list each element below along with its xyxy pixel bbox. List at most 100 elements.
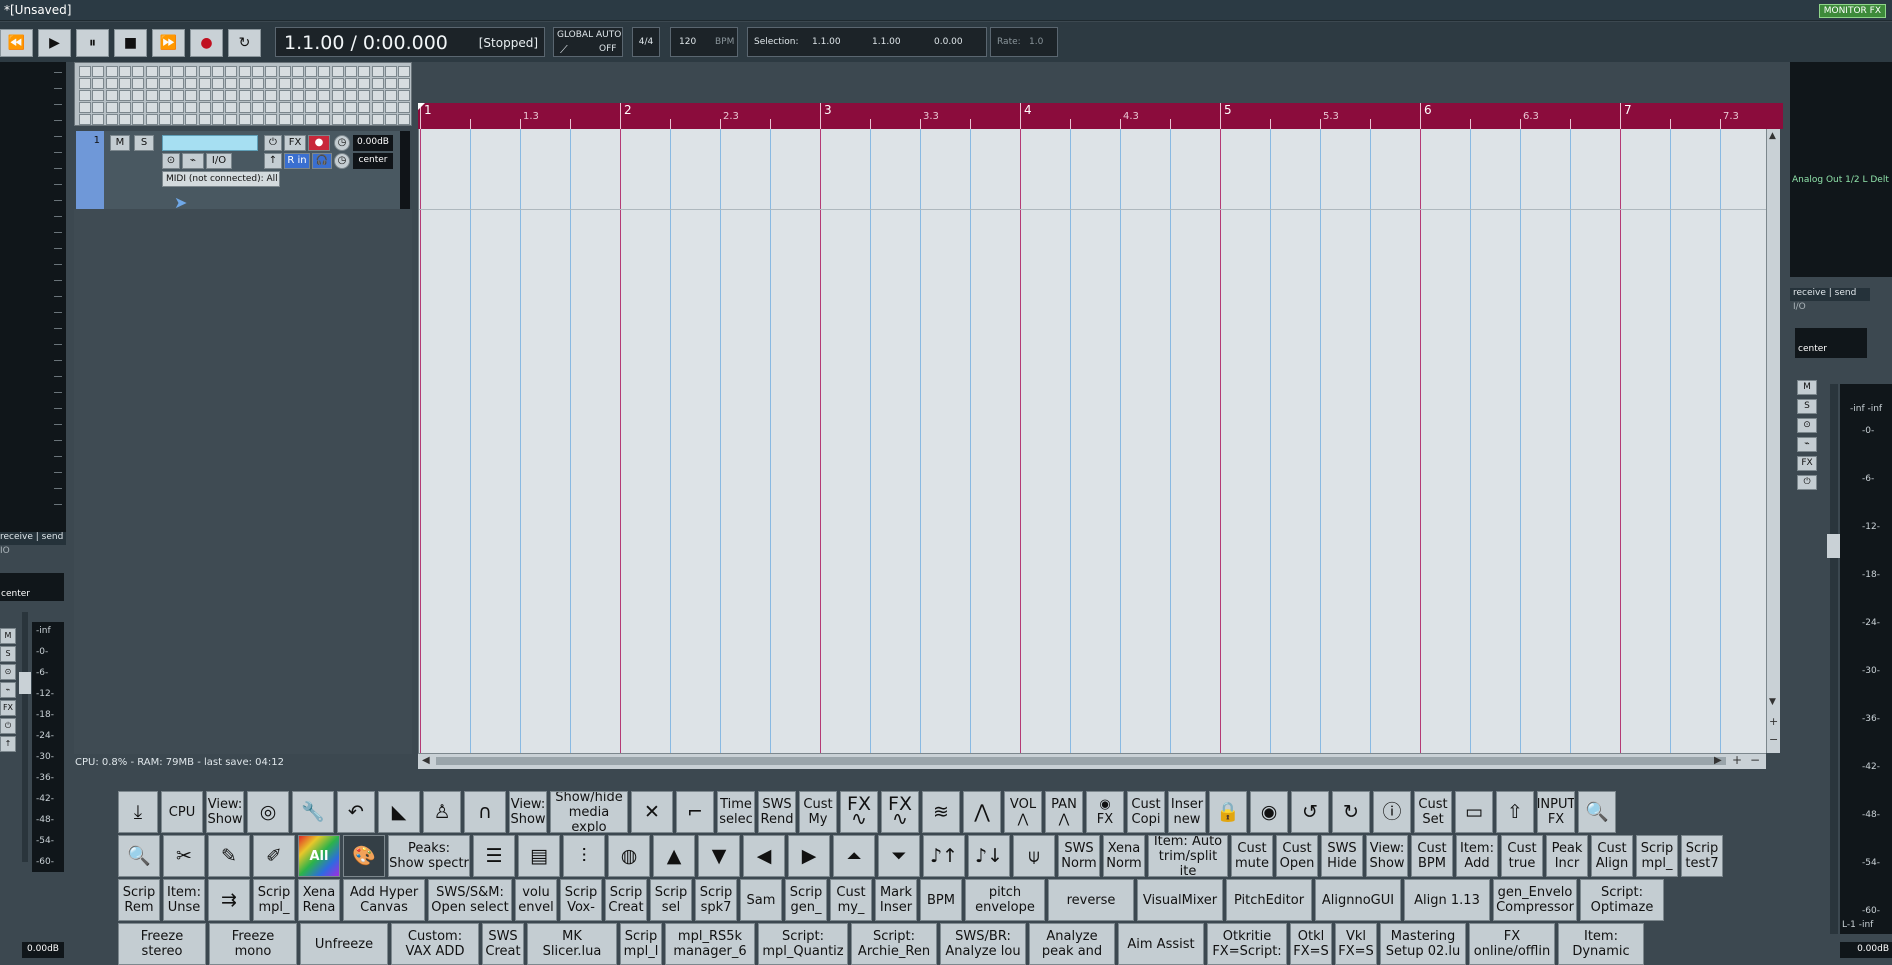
toolbar-mini-button[interactable]: [345, 78, 357, 89]
master-strip-button[interactable]: M: [1797, 380, 1817, 395]
toolbar-mini-button[interactable]: [92, 102, 105, 113]
xena-norm-button[interactable]: Xena Norm: [1103, 835, 1145, 877]
route-up-icon[interactable]: ↑: [264, 153, 282, 169]
left-receive-send[interactable]: receive | send: [0, 532, 66, 545]
pencil-icon[interactable]: ✎: [208, 835, 250, 877]
toolbar-mini-button[interactable]: [92, 90, 105, 101]
track-header[interactable]: 1 M S ⏻ FX ● ◷ 0.00dB ⊙ ⌁ I/O ↑ R in 🎧 ◷…: [76, 131, 410, 212]
otkl-button[interactable]: Otkl FX=S: [1290, 923, 1332, 965]
master-strip-button[interactable]: ⌁: [1797, 437, 1817, 452]
record-arm-button[interactable]: ●: [308, 135, 330, 151]
master-pan-box[interactable]: center: [1795, 328, 1867, 358]
stop-button[interactable]: ■: [114, 29, 147, 57]
toolbar-mini-button[interactable]: [212, 102, 224, 113]
time-signature[interactable]: 4/4: [632, 27, 660, 57]
toolbar-mini-button[interactable]: [331, 102, 344, 113]
toolbar-mini-button[interactable]: [331, 66, 344, 77]
toolbar-mini-button[interactable]: [225, 66, 238, 77]
zoom-out-vertical-icon[interactable]: −: [1769, 733, 1778, 746]
palette-icon[interactable]: 🎨: [343, 835, 385, 877]
scroll-right-icon[interactable]: ▶: [1714, 755, 1722, 766]
zoom-cursor-icon[interactable]: ◣: [378, 791, 420, 833]
scrip-mpl-3-button[interactable]: Scrip mpl_l: [620, 923, 662, 965]
sws-rend-button[interactable]: SWS Rend: [758, 791, 796, 833]
toolbar-mini-button[interactable]: [225, 78, 238, 89]
monitor-fx-button[interactable]: MONITOR FX: [1818, 4, 1886, 18]
zoom-in-vertical-icon[interactable]: +: [1769, 715, 1778, 728]
scrip-gen-button[interactable]: Scrip gen_: [785, 879, 827, 921]
cust-set-button[interactable]: Cust Set: [1414, 791, 1452, 833]
pause-button[interactable]: ⏸: [76, 29, 109, 57]
cust-align-button[interactable]: Cust Align: [1591, 835, 1633, 877]
metronome-icon[interactable]: ♙: [423, 791, 461, 833]
fx-button[interactable]: FX: [284, 135, 306, 151]
toolbar-mini-button[interactable]: [172, 114, 185, 125]
toolbar-mini-button[interactable]: [278, 78, 291, 89]
toolbar-mini-button[interactable]: [398, 90, 411, 101]
toolbar-mini-button[interactable]: [158, 102, 171, 113]
toolbar-mini-button[interactable]: [291, 90, 304, 101]
left-volume-box[interactable]: 0.00dB: [22, 942, 64, 958]
track-name-field[interactable]: [162, 135, 258, 151]
toolbar-mini-button[interactable]: [291, 78, 304, 89]
vkl-button[interactable]: Vkl FX=S: [1335, 923, 1377, 965]
mark-inser-button[interactable]: Mark Inser: [875, 879, 917, 921]
lock-icon[interactable]: 🔒: [1209, 791, 1247, 833]
scrip-mpl-2-button[interactable]: Scrip mpl_: [253, 879, 295, 921]
toolbar-mini-button[interactable]: [212, 114, 224, 125]
toolbar-mini-button[interactable]: [398, 114, 411, 125]
visualmixer-button[interactable]: VisualMixer: [1137, 879, 1223, 921]
script-mpl-quantiz-button[interactable]: Script: mpl_Quantiz: [758, 923, 848, 965]
item-dynamic-button[interactable]: Item: Dynamic: [1558, 923, 1644, 965]
track-volume[interactable]: 0.00dB: [353, 135, 393, 151]
toolbar-mini-button[interactable]: [291, 114, 304, 125]
loop-2-icon[interactable]: ↻: [1332, 791, 1370, 833]
toolbar-mini-button[interactable]: [198, 102, 211, 113]
left-pan-box[interactable]: center: [0, 573, 64, 601]
item-unse-button[interactable]: Item: Unse: [163, 879, 205, 921]
right-icon[interactable]: ▶: [788, 835, 830, 877]
toolbar-mini-button[interactable]: [318, 90, 331, 101]
toolbar-mini-button[interactable]: [158, 66, 171, 77]
toolbar-mini-button[interactable]: [212, 90, 224, 101]
scrip-mpl-button[interactable]: Scrip mpl_: [1636, 835, 1678, 877]
left-icon[interactable]: ◀: [743, 835, 785, 877]
record-input-button[interactable]: R in: [284, 153, 310, 169]
toolbar-mini-button[interactable]: [358, 102, 371, 113]
crossfade-icon[interactable]: ✕: [631, 791, 673, 833]
toolbar-mini-button[interactable]: [118, 66, 131, 77]
toolbar-mini-button[interactable]: [105, 66, 118, 77]
scrip-spk7-button[interactable]: Scrip spk7: [695, 879, 737, 921]
track-panel-empty[interactable]: [74, 209, 412, 754]
horizontal-scrollbar[interactable]: ◀ ▶ + −: [418, 753, 1766, 769]
master-strip-button[interactable]: ⊙: [1797, 418, 1817, 433]
view-show-2-button[interactable]: View: Show: [509, 791, 547, 833]
import-icon[interactable]: ⤓: [118, 791, 158, 833]
pitcheditor-button[interactable]: PitchEditor: [1226, 879, 1312, 921]
toolbar-mini-button[interactable]: [331, 90, 344, 101]
toolbar-mini-button[interactable]: [291, 66, 304, 77]
toolbar-mini-button[interactable]: [265, 90, 278, 101]
toolbar-mini-button[interactable]: [79, 114, 91, 125]
toolbar-mini-button[interactable]: [132, 78, 145, 89]
toolbar-mini-button[interactable]: [105, 114, 118, 125]
vol-env-button[interactable]: VOL ⋀: [1004, 791, 1042, 833]
analyze-peak-button[interactable]: Analyze peak and: [1029, 923, 1115, 965]
track-pan[interactable]: center: [353, 153, 393, 169]
master-volume-box[interactable]: 0.00dB: [1840, 942, 1892, 958]
bracket-icon[interactable]: ⌐: [676, 791, 714, 833]
scissors-icon[interactable]: ✂: [163, 835, 205, 877]
toolbar-mini-button[interactable]: [198, 66, 211, 77]
toolbar-mini-button[interactable]: [251, 90, 264, 101]
toolbar-mini-button[interactable]: [212, 66, 224, 77]
toolbar-mini-button[interactable]: [185, 66, 198, 77]
toolbar-mini-button[interactable]: [225, 90, 238, 101]
gen-envelo-compressor-button[interactable]: gen_Envelo Compressor: [1493, 879, 1577, 921]
eye-mixer-icon[interactable]: ◉: [1250, 791, 1288, 833]
toolbar-mini-button[interactable]: [345, 102, 357, 113]
io-button[interactable]: I/O: [206, 153, 232, 169]
reverse-button[interactable]: reverse: [1048, 879, 1134, 921]
toolbar-mini-button[interactable]: [384, 66, 397, 77]
left-strip-button[interactable]: ⏻: [0, 718, 16, 734]
fx-wave-2-icon[interactable]: FX ∿: [881, 791, 919, 833]
